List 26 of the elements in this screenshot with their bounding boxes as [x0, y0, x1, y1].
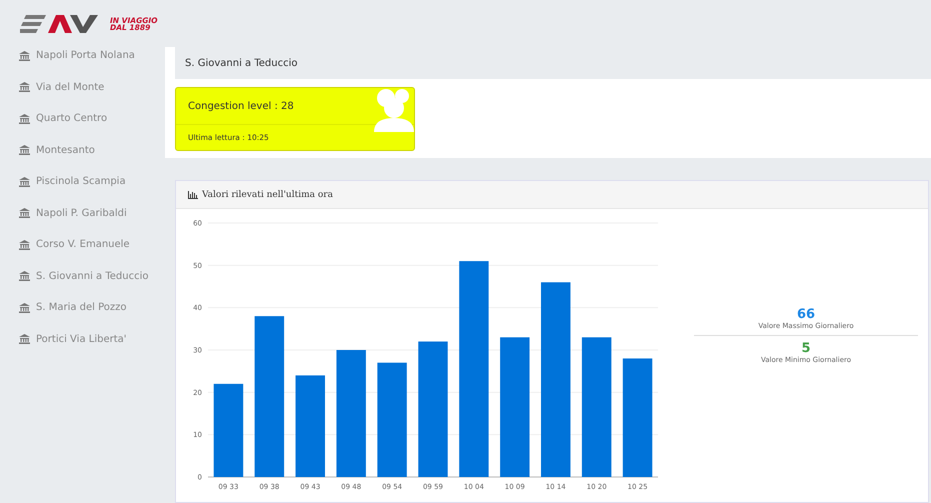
museum-icon	[19, 176, 30, 187]
museum-icon	[19, 114, 30, 124]
sidebar-item[interactable]: Corso V. Emanuele	[0, 229, 165, 260]
sidebar-item[interactable]: S. Giovanni a Teduccio	[0, 260, 165, 292]
museum-icon	[19, 82, 30, 92]
sidebar-item[interactable]: Napoli P. Garibaldi	[0, 198, 165, 229]
sidebar-item[interactable]: S. Maria del Pozzo	[0, 292, 165, 324]
sidebar-item[interactable]: Piscinola Scampia	[0, 166, 165, 198]
bar-chart-icon	[188, 190, 198, 198]
sidebar-item[interactable]: Napoli Porta Nolana	[0, 40, 165, 72]
stat-value: 66	[796, 307, 816, 322]
museum-icon	[19, 145, 30, 156]
sidebar-item[interactable]: Via del Monte	[0, 72, 165, 103]
station-title: S. Giovanni a Teduccio	[175, 47, 931, 79]
sidebar-item[interactable]: Quarto Centro	[0, 103, 165, 134]
museum-icon	[19, 50, 30, 61]
panel-title: Valori rilevati nell'ultima ora	[202, 190, 333, 200]
sidebar-item[interactable]: Portici Via Liberta'	[0, 324, 165, 355]
museum-icon	[19, 271, 30, 282]
museum-icon	[19, 334, 30, 344]
museum-icon	[19, 302, 30, 313]
museum-icon	[19, 208, 30, 218]
congestion-level: Congestion level : 28	[188, 100, 294, 112]
stat-value: 5	[801, 341, 811, 356]
museum-icon	[19, 240, 30, 250]
sidebar-item[interactable]: Montesanto	[0, 134, 165, 166]
